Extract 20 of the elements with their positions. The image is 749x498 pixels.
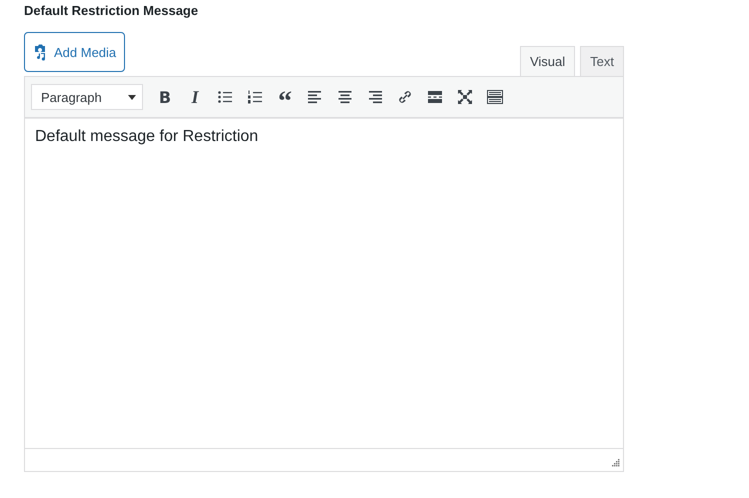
editor-tab[interactable]: Visual: [520, 46, 576, 76]
editor-text[interactable]: Default message for Restriction: [35, 128, 258, 146]
editor-tab[interactable]: Text: [580, 46, 624, 76]
italic-button[interactable]: I: [181, 83, 209, 111]
bold-button[interactable]: B: [151, 83, 179, 111]
align-right-icon: [367, 89, 383, 105]
read-more-icon: [427, 89, 443, 105]
bullet-list-icon: [217, 89, 233, 105]
resize-handle-icon[interactable]: [611, 459, 620, 468]
format-dropdown[interactable]: Paragraph: [31, 84, 143, 110]
fullscreen-icon: [457, 89, 473, 105]
link-icon: [397, 89, 413, 105]
blockquote-button[interactable]: “: [271, 83, 299, 111]
keyboard-icon: [487, 89, 503, 105]
caret-icon: [128, 94, 136, 100]
align-center-icon: [337, 89, 353, 105]
field-label: Default Restriction Message: [24, 3, 200, 20]
align-left-icon: [307, 89, 323, 105]
numbered-list-icon: [247, 89, 263, 105]
add-media-button[interactable]: Add Media: [24, 32, 126, 72]
